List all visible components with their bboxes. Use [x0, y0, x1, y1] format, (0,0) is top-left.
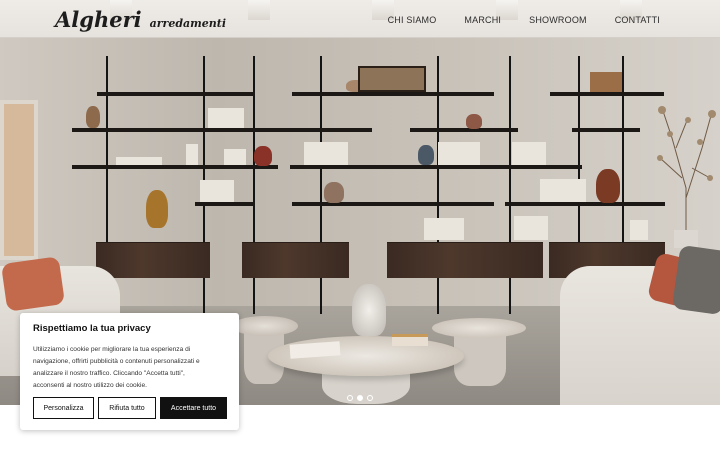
red-vase	[254, 146, 272, 166]
small-vase	[86, 106, 100, 128]
shelf	[572, 128, 640, 132]
shelf	[72, 128, 372, 132]
nav-chi-siamo[interactable]: CHI SIAMO	[388, 15, 437, 25]
cookie-text-line: navigazione, offrirti pubblicità o conte…	[33, 358, 200, 365]
shelf	[72, 165, 278, 169]
shelf	[97, 92, 255, 96]
cookie-text: Utilizziamo i cookie per migliorare la t…	[33, 344, 226, 392]
shelf	[505, 202, 665, 206]
shelf	[195, 202, 255, 206]
cookie-text-line: Utilizziamo i cookie per migliorare la t…	[33, 346, 191, 353]
books	[514, 216, 548, 240]
cookie-text-line: acconsenti al nostro utilizzo dei cookie…	[33, 382, 147, 389]
nav-showroom[interactable]: SHOWROOM	[529, 15, 587, 25]
books	[116, 157, 162, 165]
page: Algheri arredamenti CHI SIAMO MARCHI SHO…	[0, 0, 720, 450]
books	[186, 144, 198, 165]
site-header: Algheri arredamenti CHI SIAMO MARCHI SHO…	[0, 0, 720, 38]
cookie-buttons: Personalizza Rifiuta tutto Accettare tut…	[33, 397, 227, 419]
wooden-box	[590, 72, 622, 92]
books	[304, 142, 348, 165]
grey-cushion	[671, 244, 720, 316]
orange-cushion	[0, 256, 66, 312]
logo-main-text: Algheri	[55, 7, 142, 32]
cookie-text-line: analizzare il nostro traffico. Cliccando…	[33, 370, 185, 377]
shelf	[290, 165, 582, 169]
books	[540, 179, 586, 202]
books	[200, 180, 234, 202]
cookie-title: Rispettiamo la tua privacy	[33, 323, 151, 334]
books	[208, 108, 244, 128]
ceramic-vase	[324, 182, 344, 203]
site-logo[interactable]: Algheri arredamenti	[55, 7, 226, 32]
cabinet	[96, 242, 210, 278]
shelf	[550, 92, 664, 96]
slider-dot-1[interactable]	[347, 395, 353, 401]
shelf	[410, 128, 518, 132]
cookie-banner: Rispettiamo la tua privacy Utilizziamo i…	[20, 313, 239, 430]
books	[424, 218, 464, 240]
stacked-books	[392, 334, 428, 346]
side-table-top	[432, 318, 526, 338]
accept-all-button[interactable]: Accettare tutto	[160, 397, 227, 419]
small-vase	[466, 114, 482, 129]
plant-branches	[657, 106, 716, 248]
shelf	[292, 92, 494, 96]
reject-all-button[interactable]: Rifiuta tutto	[98, 397, 156, 419]
marble-bust	[352, 284, 386, 336]
ceiling-beam	[248, 0, 270, 20]
cabinet	[242, 242, 349, 278]
slider-dots	[347, 395, 373, 401]
window	[0, 100, 38, 260]
customize-button[interactable]: Personalizza	[33, 397, 94, 419]
cabinet	[387, 242, 543, 278]
books	[224, 149, 246, 165]
framed-picture	[358, 66, 426, 92]
blue-sculpture	[418, 145, 434, 165]
books	[438, 142, 480, 165]
side-table-top	[232, 316, 298, 336]
slider-dot-3[interactable]	[367, 395, 373, 401]
nav-marchi[interactable]: MARCHI	[464, 15, 501, 25]
shelf	[292, 202, 494, 206]
logo-sub-text: arredamenti	[149, 17, 227, 30]
brown-vase	[596, 169, 620, 203]
main-nav: CHI SIAMO MARCHI SHOWROOM CONTATTI	[388, 15, 660, 25]
gold-sculpture	[146, 190, 168, 228]
nav-contatti[interactable]: CONTATTI	[615, 15, 660, 25]
books	[512, 142, 546, 165]
slider-dot-2[interactable]	[357, 395, 363, 401]
books	[630, 220, 648, 240]
